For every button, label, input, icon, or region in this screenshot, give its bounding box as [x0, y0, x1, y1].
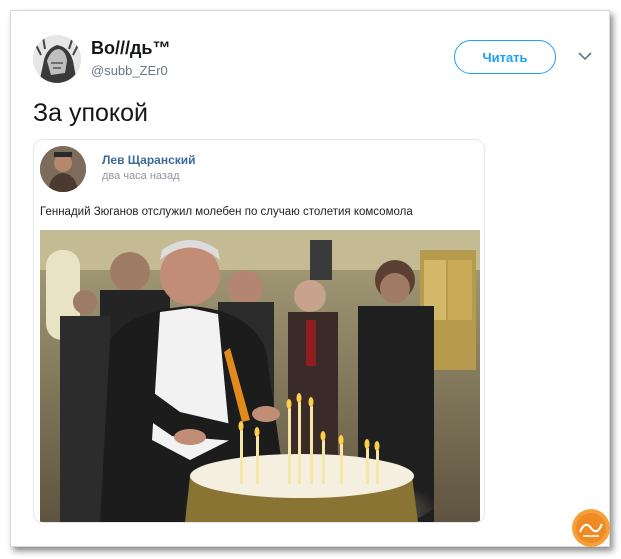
tweet-text: За упокой	[33, 99, 148, 127]
chevron-down-icon[interactable]	[578, 51, 592, 61]
nyka-logo	[572, 509, 610, 547]
follow-button[interactable]: Читать	[454, 40, 556, 74]
card-author-avatar[interactable]	[40, 146, 86, 192]
author-avatar[interactable]	[33, 35, 81, 83]
tweet-frame: Во///дь™ @subb_ZEr0 Читать За упокой Лев…	[10, 10, 610, 547]
card-timestamp: два часа назад	[102, 170, 180, 182]
card-author-name[interactable]: Лев Щаранский	[102, 153, 196, 167]
card-text: Геннадий Зюганов отслужил молебен по слу…	[40, 206, 413, 218]
card-photo[interactable]	[40, 230, 480, 522]
author-handle[interactable]: @subb_ZEr0	[91, 63, 168, 78]
author-name[interactable]: Во///дь™	[91, 38, 171, 59]
embedded-card[interactable]: Лев Щаранский два часа назад Геннадий Зю…	[33, 139, 485, 523]
